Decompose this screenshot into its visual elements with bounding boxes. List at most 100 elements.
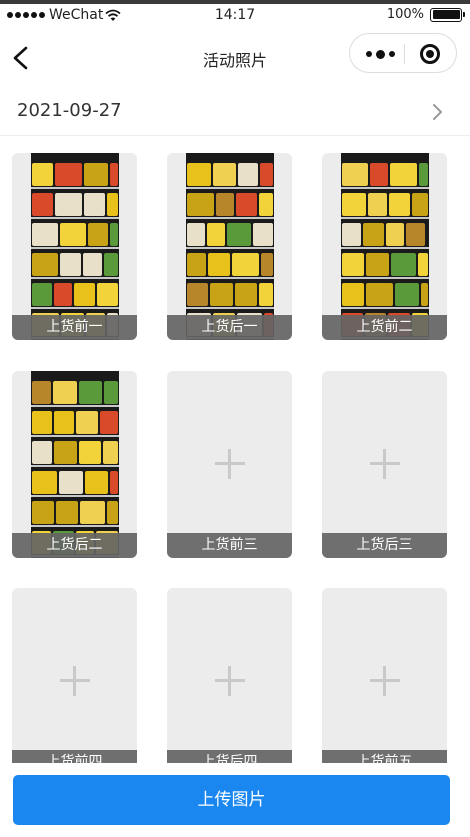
photo-slot[interactable]: 上货后四	[167, 588, 292, 763]
product-package	[342, 223, 361, 246]
footer-bar: 上传图片	[0, 765, 470, 837]
product-package	[390, 163, 417, 186]
shelf-line	[186, 217, 274, 219]
product-package	[80, 501, 105, 524]
photo-grid: 上货前一 上货后一 上货前二 上货后二 上货前三 上货后三 上货前四 上货后四 …	[12, 153, 448, 763]
product-package	[76, 411, 98, 434]
shelf-line	[31, 495, 119, 497]
product-photo	[186, 153, 274, 340]
product-package	[261, 253, 273, 276]
add-photo-icon	[215, 449, 245, 479]
product-package	[260, 163, 273, 186]
more-icon[interactable]	[366, 49, 395, 59]
product-package	[84, 193, 105, 216]
product-package	[54, 411, 74, 434]
shelf-line	[186, 247, 274, 249]
product-package	[83, 253, 102, 276]
shelf-line	[186, 187, 274, 189]
add-photo-icon	[215, 666, 245, 696]
product-package	[32, 163, 53, 186]
shelf-line	[31, 525, 119, 527]
product-package	[391, 253, 416, 276]
product-package	[104, 253, 118, 276]
shelf-line	[31, 465, 119, 467]
chevron-right-icon	[433, 104, 442, 120]
product-package	[55, 193, 82, 216]
product-package	[85, 471, 108, 494]
upload-photo-button[interactable]: 上传图片	[13, 775, 450, 825]
status-bar: WeChat 14:17 100%	[0, 4, 470, 28]
product-package	[363, 223, 384, 246]
product-package	[32, 223, 58, 246]
product-package	[32, 193, 53, 216]
product-package	[342, 163, 368, 186]
product-package	[342, 193, 366, 216]
product-package	[32, 471, 57, 494]
product-package	[389, 193, 410, 216]
product-package	[235, 283, 257, 306]
product-package	[187, 223, 205, 246]
product-package	[236, 193, 257, 216]
product-package	[370, 163, 388, 186]
product-package	[55, 163, 82, 186]
battery-icon	[430, 7, 465, 22]
product-package	[386, 223, 404, 246]
product-package	[84, 163, 108, 186]
product-package	[103, 441, 118, 464]
product-package	[213, 163, 236, 186]
product-package	[74, 283, 95, 306]
shelf-line	[341, 307, 429, 309]
product-package	[110, 471, 118, 494]
product-package	[60, 223, 86, 246]
shelf-line	[341, 277, 429, 279]
nav-bar: 活动照片	[0, 30, 470, 86]
shelf-line	[31, 217, 119, 219]
date-value: 2021-09-27	[17, 100, 122, 121]
product-package	[107, 193, 118, 216]
product-package	[79, 441, 101, 464]
shelf-line	[341, 247, 429, 249]
photo-slot-label: 上货后三	[322, 533, 447, 558]
product-package	[60, 253, 81, 276]
product-package	[207, 223, 225, 246]
product-package	[110, 223, 118, 246]
shelf-line	[31, 187, 119, 189]
product-package	[418, 253, 428, 276]
shelf-line	[31, 405, 119, 407]
product-package	[342, 253, 364, 276]
photo-slot[interactable]: 上货前二	[322, 153, 447, 340]
photo-slot[interactable]: 上货前五	[322, 588, 447, 763]
product-package	[32, 283, 52, 306]
date-selector[interactable]: 2021-09-27	[0, 88, 470, 136]
close-icon[interactable]	[420, 44, 440, 64]
product-package	[187, 283, 208, 306]
product-package	[59, 471, 83, 494]
photo-slot-label: 上货前五	[322, 750, 447, 763]
photo-slot[interactable]: 上货前四	[12, 588, 137, 763]
photo-slot[interactable]: 上货前三	[167, 371, 292, 558]
product-package	[187, 163, 211, 186]
photo-slot[interactable]: 上货前一	[12, 153, 137, 340]
photo-slot[interactable]: 上货后一	[167, 153, 292, 340]
product-package	[216, 193, 234, 216]
photo-slot[interactable]: 上货后三	[322, 371, 447, 558]
product-package	[54, 441, 77, 464]
product-package	[56, 501, 78, 524]
product-photo	[31, 371, 119, 558]
product-package	[421, 283, 428, 306]
capsule-divider	[404, 44, 405, 64]
product-package	[110, 163, 118, 186]
product-package	[406, 223, 425, 246]
add-photo-icon	[370, 449, 400, 479]
product-package	[227, 223, 251, 246]
product-photo	[31, 153, 119, 340]
product-package	[32, 253, 58, 276]
product-package	[79, 381, 102, 404]
photo-slot-label: 上货后一	[167, 315, 292, 340]
add-photo-icon	[60, 666, 90, 696]
shelf-line	[31, 307, 119, 309]
product-package	[366, 253, 389, 276]
product-package	[238, 163, 258, 186]
photo-slot-label: 上货后四	[167, 750, 292, 763]
photo-slot[interactable]: 上货后二	[12, 371, 137, 558]
